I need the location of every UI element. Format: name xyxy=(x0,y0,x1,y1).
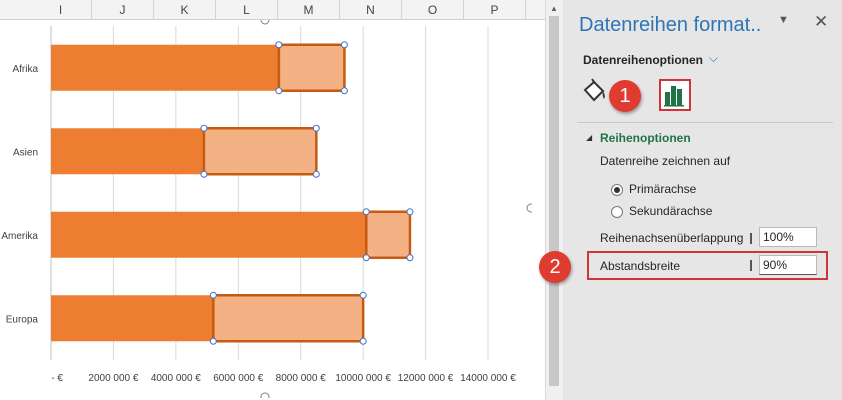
selection-handle[interactable] xyxy=(362,254,370,262)
bar-series-1[interactable] xyxy=(51,44,279,91)
selection-handle[interactable] xyxy=(406,208,414,216)
axis-tick-label: 4000 000 € xyxy=(151,373,201,384)
vertical-scrollbar[interactable]: ▲ xyxy=(545,0,563,400)
spreadsheet-area: IJKLMNOP Afrika Asien Amerika Europa - € 2000… xyxy=(0,0,545,400)
column-header[interactable]: L xyxy=(216,0,278,20)
gap-width-slider[interactable] xyxy=(750,260,752,271)
selection-handle[interactable] xyxy=(275,87,283,95)
bar-series-1[interactable] xyxy=(51,295,214,342)
close-icon[interactable]: ✕ xyxy=(814,12,828,32)
axis-tick-label: 6000 000 € xyxy=(213,373,263,384)
axis-tick-label: 8000 000 € xyxy=(276,373,326,384)
chevron-down-icon[interactable]: ⌵ xyxy=(709,51,718,66)
bar-series-2[interactable] xyxy=(212,294,365,343)
column-header[interactable]: N xyxy=(340,0,402,20)
format-data-series-pane: Datenreihen format.. ▼ ✕ Datenreihenopti… xyxy=(539,0,842,400)
radio-primary-axis[interactable]: Primärachse xyxy=(611,182,696,198)
paint-bucket-icon[interactable] xyxy=(581,78,607,108)
section-series-options[interactable]: Reihenoptionen xyxy=(600,131,691,145)
bar-series-1[interactable] xyxy=(51,211,367,258)
selection-handle[interactable] xyxy=(200,170,208,178)
plot-series-on-label: Datenreihe zeichnen auf xyxy=(600,154,731,168)
axis-tick-label: 12000 000 € xyxy=(398,373,454,384)
column-header[interactable]: M xyxy=(278,0,340,20)
selection-handle[interactable] xyxy=(275,41,283,49)
selection-handle[interactable] xyxy=(340,41,348,49)
radio-primary-label: Primärachse xyxy=(629,182,697,196)
selection-handle[interactable] xyxy=(359,291,367,299)
pane-title: Datenreihen format.. xyxy=(579,14,762,36)
bar-series-2[interactable] xyxy=(202,127,318,176)
caret-down-icon[interactable]: ▼ xyxy=(778,14,789,26)
selection-handle[interactable] xyxy=(209,337,217,345)
axis-tick-label: 14000 000 € xyxy=(460,373,516,384)
axis-tick-label: - € xyxy=(51,373,63,384)
column-header[interactable]: J xyxy=(92,0,154,20)
selection-handle[interactable] xyxy=(362,208,370,216)
selection-handle[interactable] xyxy=(359,337,367,345)
column-header[interactable]: O xyxy=(402,0,464,20)
bar-chart[interactable]: Afrika Asien Amerika Europa - € 2000 000 € 400… xyxy=(0,20,532,398)
pane-divider xyxy=(577,122,833,123)
collapse-triangle-icon[interactable]: ◢ xyxy=(586,133,592,142)
column-header-bar: IJKLMNOP xyxy=(0,0,545,20)
radio-secondary-label: Sekundärachse xyxy=(629,204,713,218)
step-badge-1: 1 xyxy=(609,80,641,112)
axis-tick-label: 2000 000 € xyxy=(88,373,138,384)
series-overlap-slider[interactable] xyxy=(750,233,752,244)
series-overlap-input[interactable]: 100% xyxy=(759,227,817,247)
scrollbar-thumb[interactable] xyxy=(549,16,559,386)
bar-series-2[interactable] xyxy=(365,210,412,259)
step-badge-2: 2 xyxy=(539,251,571,283)
radio-button-checked[interactable] xyxy=(611,183,623,196)
axis-tick-label: 10000 000 € xyxy=(335,373,391,384)
chart-resize-handle[interactable] xyxy=(260,392,270,398)
category-label: Afrika xyxy=(12,64,38,75)
radio-secondary-axis[interactable]: Sekundärachse xyxy=(611,204,712,220)
column-header[interactable]: K xyxy=(154,0,216,20)
category-label: Asien xyxy=(13,147,38,158)
chart-resize-handle[interactable] xyxy=(526,203,532,213)
selection-handle[interactable] xyxy=(340,87,348,95)
series-options-dropdown[interactable]: Datenreihenoptionen xyxy=(583,53,703,67)
selection-handle[interactable] xyxy=(312,124,320,132)
selection-handle[interactable] xyxy=(200,124,208,132)
chart-area[interactable]: Afrika Asien Amerika Europa - € 2000 000 € 400… xyxy=(0,20,532,398)
gap-width-label: Abstandsbreite xyxy=(600,259,681,273)
bar-series-1[interactable] xyxy=(51,128,204,175)
series-overlap-label: Reihenachsenüberlappung xyxy=(600,231,744,245)
selection-handle[interactable] xyxy=(209,291,217,299)
bar-series-2[interactable] xyxy=(277,43,346,92)
column-header[interactable]: I xyxy=(30,0,92,20)
category-label: Europa xyxy=(6,314,39,325)
gap-width-input[interactable]: 90% xyxy=(759,255,817,275)
chart-resize-handle[interactable] xyxy=(260,20,270,25)
scroll-up-icon[interactable]: ▲ xyxy=(550,4,558,13)
selection-handle[interactable] xyxy=(312,170,320,178)
series-options-icon[interactable] xyxy=(659,79,691,111)
radio-button-unchecked[interactable] xyxy=(611,205,623,218)
category-label: Amerika xyxy=(1,231,38,242)
column-header[interactable]: P xyxy=(464,0,526,20)
selection-handle[interactable] xyxy=(406,254,414,262)
